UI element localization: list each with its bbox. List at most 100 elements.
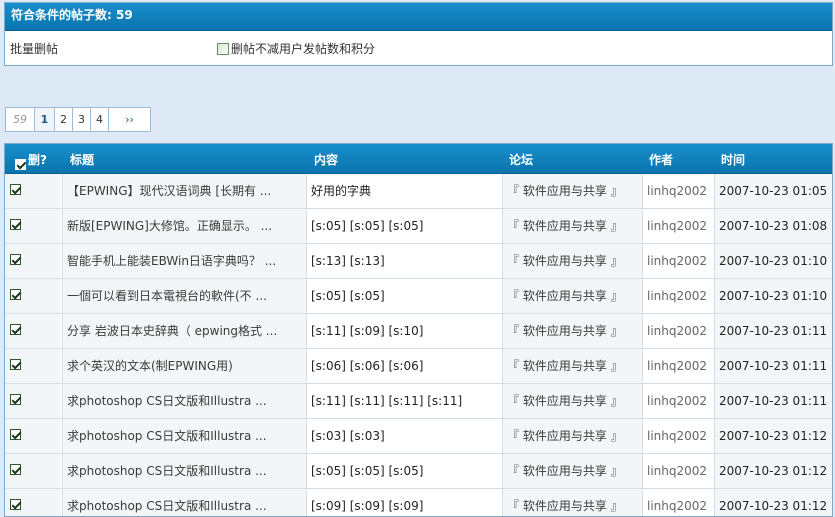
row-title[interactable]: 新版[EPWING]大修馆。正确显示。 ... — [62, 209, 306, 243]
row-author[interactable]: linhq2002 — [642, 384, 714, 418]
row-author[interactable]: linhq2002 — [642, 454, 714, 488]
matching-posts-count: 符合条件的帖子数: 59 — [5, 3, 832, 31]
header-time: 时间 — [721, 153, 746, 167]
row-title[interactable]: 求photoshop CS日文版和Illustra ... — [62, 454, 306, 488]
row-forum[interactable]: 『 软件应用与共享 』 — [502, 279, 642, 313]
row-content: [s:03] [s:03] — [306, 419, 502, 453]
row-title[interactable]: 一個可以看到日本電視台的軟件(不 ... — [62, 279, 306, 313]
row-author[interactable]: linhq2002 — [642, 489, 714, 516]
row-content: [s:11] [s:09] [s:10] — [306, 314, 502, 348]
row-title[interactable]: 【EPWING】现代汉语词典 [长期有 ... — [62, 174, 306, 208]
row-select-cell — [5, 314, 61, 348]
row-select-cell — [5, 419, 61, 453]
row-time: 2007-10-23 01:10 — [714, 279, 832, 313]
row-author[interactable]: linhq2002 — [642, 244, 714, 278]
table-row: 求个英汉的文本(制EPWING用) [s:06] [s:06] [s:06] 『 软… — [5, 349, 832, 384]
row-title[interactable]: 求photoshop CS日文版和Illustra ... — [62, 419, 306, 453]
row-forum[interactable]: 『 软件应用与共享 』 — [502, 314, 642, 348]
row-title[interactable]: 求个英汉的文本(制EPWING用) — [62, 349, 306, 383]
row-delete-checkbox[interactable] — [10, 324, 21, 335]
keep-user-stats-option[interactable]: 删帖不减用户发帖数和积分 — [217, 40, 375, 57]
row-delete-checkbox[interactable] — [10, 499, 21, 510]
row-select-cell — [5, 384, 61, 418]
pagination: 59 1 2 3 4 ›› — [5, 107, 151, 132]
row-time: 2007-10-23 01:12 — [714, 454, 832, 488]
page-1-current[interactable]: 1 — [35, 108, 55, 131]
row-content: [s:05] [s:05] — [306, 279, 502, 313]
header-forum: 论坛 — [509, 153, 534, 167]
row-forum[interactable]: 『 软件应用与共享 』 — [502, 419, 642, 453]
row-time: 2007-10-23 01:11 — [714, 349, 832, 383]
posts-table: 删? 标题 内容 论坛 作者 时间 【EPWING】现代汉语词典 [长期有 ..… — [4, 143, 833, 517]
row-title[interactable]: 分享 岩波日本史辞典（ epwing格式 ... — [62, 314, 306, 348]
row-forum[interactable]: 『 软件应用与共享 』 — [502, 454, 642, 488]
row-author[interactable]: linhq2002 — [642, 314, 714, 348]
table-row: 求photoshop CS日文版和Illustra ... [s:05] [s:0… — [5, 454, 832, 489]
table-row: 智能手机上能装EBWin日语字典吗？ ... [s:13] [s:13] 『 软件应… — [5, 244, 832, 279]
row-delete-checkbox[interactable] — [10, 289, 21, 300]
table-row: 新版[EPWING]大修馆。正确显示。 ... [s:05] [s:05] [s:… — [5, 209, 832, 244]
table-row: 求photoshop CS日文版和Illustra ... [s:11] [s:1… — [5, 384, 832, 419]
row-content: [s:13] [s:13] — [306, 244, 502, 278]
batch-delete-row: 批量删帖 删帖不减用户发帖数和积分 — [5, 31, 832, 65]
row-delete-checkbox[interactable] — [10, 359, 21, 370]
row-select-cell — [5, 174, 61, 208]
row-delete-checkbox[interactable] — [10, 184, 21, 195]
table-row: 求photoshop CS日文版和Illustra ... [s:03] [s:0… — [5, 419, 832, 454]
row-delete-checkbox[interactable] — [10, 464, 21, 475]
row-title[interactable]: 求photoshop CS日文版和Illustra ... — [62, 489, 306, 516]
row-author[interactable]: linhq2002 — [642, 209, 714, 243]
header-content: 内容 — [314, 153, 339, 167]
row-content: [s:11] [s:11] [s:11] [s:11] — [306, 384, 502, 418]
next-pages-link[interactable]: ›› — [109, 108, 150, 131]
header-delete: 删? — [28, 153, 47, 167]
row-author[interactable]: linhq2002 — [642, 349, 714, 383]
batch-delete-label: 批量删帖 — [10, 42, 59, 56]
row-delete-checkbox[interactable] — [10, 219, 21, 230]
keep-user-stats-checkbox[interactable] — [217, 42, 229, 55]
table-row: 求photoshop CS日文版和Illustra ... [s:09] [s:0… — [5, 489, 832, 516]
row-author[interactable]: linhq2002 — [642, 279, 714, 313]
row-content: [s:05] [s:05] [s:05] — [306, 454, 502, 488]
keep-user-stats-label: 删帖不减用户发帖数和积分 — [231, 42, 376, 56]
table-row: 分享 岩波日本史辞典（ epwing格式 ... [s:11] [s:09] [s… — [5, 314, 832, 349]
row-content: [s:06] [s:06] [s:06] — [306, 349, 502, 383]
row-select-cell — [5, 244, 61, 278]
row-title[interactable]: 求photoshop CS日文版和Illustra ... — [62, 384, 306, 418]
table-row: 【EPWING】现代汉语词典 [长期有 ... 好用的字典『 软件应用与共享 』 l… — [5, 174, 832, 209]
row-time: 2007-10-23 01:10 — [714, 244, 832, 278]
table-row: 一個可以看到日本電視台的軟件(不 ... [s:05] [s:05] 『 软件应用与… — [5, 279, 832, 314]
table-header: 删? 标题 内容 论坛 作者 时间 — [5, 144, 832, 174]
row-time: 2007-10-23 01:08 — [714, 209, 832, 243]
row-forum[interactable]: 『 软件应用与共享 』 — [502, 489, 642, 516]
row-content: [s:09] [s:09] [s:09] — [306, 489, 502, 516]
row-select-cell — [5, 489, 61, 516]
total-count: 59 — [6, 108, 35, 131]
header-author: 作者 — [649, 153, 674, 167]
page-2-link[interactable]: 2 — [55, 108, 73, 131]
row-delete-checkbox[interactable] — [10, 429, 21, 440]
row-author[interactable]: linhq2002 — [642, 419, 714, 453]
row-title[interactable]: 智能手机上能装EBWin日语字典吗？ ... — [62, 244, 306, 278]
row-delete-checkbox[interactable] — [10, 394, 21, 405]
row-time: 2007-10-23 01:11 — [714, 314, 832, 348]
row-forum[interactable]: 『 软件应用与共享 』 — [502, 209, 642, 243]
row-time: 2007-10-23 01:05 — [714, 174, 832, 208]
row-delete-checkbox[interactable] — [10, 254, 21, 265]
row-forum[interactable]: 『 软件应用与共享 』 — [502, 349, 642, 383]
page-4-link[interactable]: 4 — [91, 108, 109, 131]
row-forum[interactable]: 『 软件应用与共享 』 — [502, 244, 642, 278]
row-select-cell — [5, 209, 61, 243]
row-content: [s:05] [s:05] [s:05] — [306, 209, 502, 243]
row-forum[interactable]: 『 软件应用与共享 』 — [502, 174, 642, 208]
header-title: 标题 — [70, 153, 95, 167]
row-author[interactable]: linhq2002 — [642, 174, 714, 208]
row-content: 好用的字典 — [306, 174, 502, 208]
row-forum[interactable]: 『 软件应用与共享 』 — [502, 384, 642, 418]
page-3-link[interactable]: 3 — [73, 108, 91, 131]
row-time: 2007-10-23 01:12 — [714, 419, 832, 453]
row-time: 2007-10-23 01:12 — [714, 489, 832, 516]
batch-delete-panel: 符合条件的帖子数: 59 批量删帖 删帖不减用户发帖数和积分 — [4, 2, 833, 66]
row-select-cell — [5, 454, 61, 488]
row-time: 2007-10-23 01:11 — [714, 384, 832, 418]
